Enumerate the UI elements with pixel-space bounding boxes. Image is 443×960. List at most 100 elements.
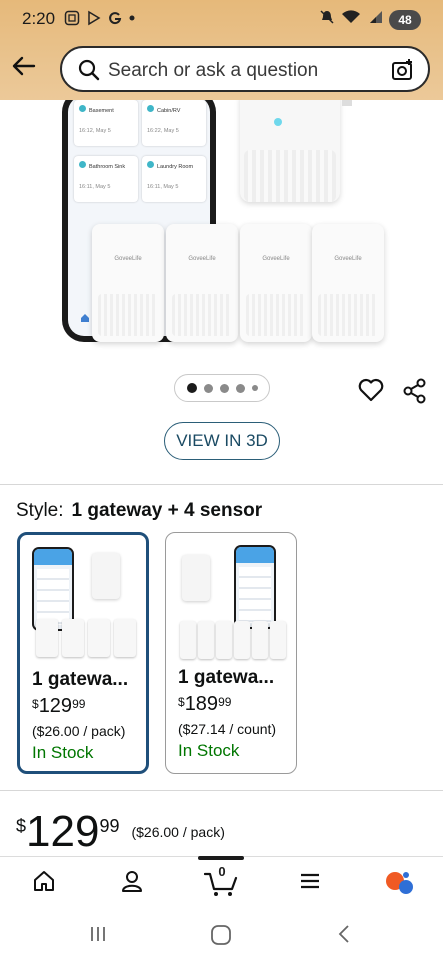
carousel-dot[interactable] — [203, 383, 213, 393]
style-selection: Style: 1 gateway + 4 sensor — [16, 500, 262, 522]
thumb-phone — [234, 545, 276, 629]
battery-icon: 48 — [389, 9, 421, 30]
variant-card-selected[interactable]: 1 gatewa... $ 129 99 ($26.00 / pack) In … — [17, 532, 149, 774]
system-back-icon[interactable] — [334, 924, 354, 949]
wifi-icon — [341, 9, 361, 30]
gateway-led — [274, 118, 282, 126]
recent-apps-icon[interactable] — [88, 924, 108, 949]
thumb-sensor — [234, 621, 250, 659]
thumb-sensor — [270, 621, 286, 659]
price-unit: ($26.00 / pack) — [131, 824, 225, 840]
variant-price-fraction: 99 — [218, 695, 232, 709]
thumb-sensor — [198, 621, 214, 659]
price-whole: 129 — [26, 807, 100, 856]
room-icon — [147, 161, 154, 168]
gateway-plug — [342, 100, 352, 106]
thumb-sensor — [88, 619, 110, 657]
variant-title: 1 gatewa... — [32, 669, 129, 690]
room-icon — [147, 105, 154, 112]
sensor-vent — [98, 294, 158, 336]
variant-price: $ 189 99 — [178, 693, 231, 716]
carousel-indicator[interactable] — [174, 374, 270, 402]
variant-title: 1 gatewa... — [178, 667, 275, 688]
room-time: 16:11, May 5 — [147, 184, 179, 190]
screenshot-icon — [64, 10, 80, 26]
search-placeholder: Search or ask a question — [108, 60, 319, 81]
room-name: Basement — [89, 108, 114, 114]
home-icon[interactable] — [32, 869, 56, 898]
room-card: Laundry Room 16:11, May 5 — [142, 156, 206, 202]
room-time: 16:22, May 5 — [147, 128, 179, 134]
variant-unit-price: ($26.00 / pack) — [32, 723, 126, 739]
room-card: Cabin/RV 16:22, May 5 — [142, 100, 206, 146]
variant-unit-price: ($27.14 / count) — [178, 721, 277, 737]
room-time: 16:11, May 5 — [79, 184, 111, 190]
variant-thumbnail — [176, 545, 286, 663]
price-fraction: 99 — [99, 816, 120, 836]
account-icon[interactable] — [120, 869, 144, 898]
sensor-device: GoveeLife — [312, 224, 384, 342]
room-time: 16:12, May 5 — [79, 128, 111, 134]
mute-icon — [319, 9, 335, 30]
variant-price-whole: 129 — [38, 695, 73, 717]
sensor-brand: GoveeLife — [262, 256, 290, 262]
thumb-gateway — [92, 553, 120, 599]
thumb-sensor — [62, 619, 84, 657]
back-arrow-icon[interactable] — [10, 52, 38, 80]
variant-stock: In Stock — [178, 741, 240, 760]
sensor-vent — [246, 294, 306, 336]
camera-search-icon[interactable] — [390, 57, 416, 88]
search-icon — [78, 59, 100, 86]
variant-card[interactable]: 1 gatewa... $ 189 99 ($27.14 / count) In… — [165, 532, 297, 774]
variant-price-fraction: 99 — [72, 697, 86, 711]
thumb-sensor — [36, 619, 58, 657]
product-image[interactable]: Basement 16:12, May 5 Cabin/RV 16:22, Ma… — [0, 100, 443, 372]
search-input[interactable]: Search or ask a question — [60, 46, 430, 92]
room-name: Bathroom Sink — [89, 164, 126, 170]
variant-thumbnail — [30, 547, 140, 665]
variant-price-currency: $ — [178, 695, 185, 709]
carousel-dot[interactable] — [219, 383, 229, 393]
variant-price-currency: $ — [32, 697, 39, 711]
status-bar: 2:20 48 — [0, 0, 443, 38]
room-name: Cabin/RV — [157, 108, 181, 114]
room-icon — [79, 105, 86, 112]
sensor-device: GoveeLife — [92, 224, 164, 342]
status-time: 2:20 — [22, 9, 56, 28]
home-button-icon[interactable] — [210, 924, 232, 951]
rufus-assistant-icon[interactable] — [384, 869, 414, 902]
sensor-brand: GoveeLife — [188, 256, 216, 262]
variant-stock: In Stock — [32, 743, 94, 762]
room-card: Bathroom Sink 16:11, May 5 — [74, 156, 138, 202]
variant-price: $ 129 99 — [32, 695, 85, 718]
view-in-3d-button[interactable]: VIEW IN 3D — [164, 422, 280, 460]
room-name: Laundry Room — [157, 164, 194, 170]
sensor-brand: GoveeLife — [334, 256, 362, 262]
thumb-sensor — [216, 621, 232, 659]
section-divider — [0, 790, 443, 791]
carousel-dot[interactable] — [235, 383, 245, 393]
thumb-sensor — [252, 621, 268, 659]
thumb-gateway — [182, 555, 210, 601]
notification-dot-icon — [128, 14, 136, 22]
thumb-sensor — [180, 621, 196, 659]
main-price: $ 129 99 ($26.00 / pack) — [16, 808, 225, 856]
price-currency: $ — [16, 816, 27, 836]
status-left-icons — [64, 10, 136, 26]
status-right-icons: 48 — [319, 9, 421, 30]
sensor-device: GoveeLife — [240, 224, 312, 342]
room-card: Basement 16:12, May 5 — [74, 100, 138, 146]
heart-icon[interactable] — [358, 378, 384, 407]
system-navigation — [0, 912, 443, 960]
carousel-dot[interactable] — [251, 385, 258, 391]
variant-price-whole: 189 — [184, 693, 219, 715]
carousel-dot-active[interactable] — [186, 383, 197, 393]
room-icon — [79, 161, 86, 168]
signal-icon — [367, 9, 383, 30]
gateway-vent — [244, 150, 336, 202]
menu-icon[interactable] — [298, 869, 322, 898]
share-icon[interactable] — [402, 378, 428, 409]
google-icon — [108, 11, 122, 25]
home-tab-icon — [80, 310, 90, 328]
active-tab-indicator — [198, 856, 244, 860]
